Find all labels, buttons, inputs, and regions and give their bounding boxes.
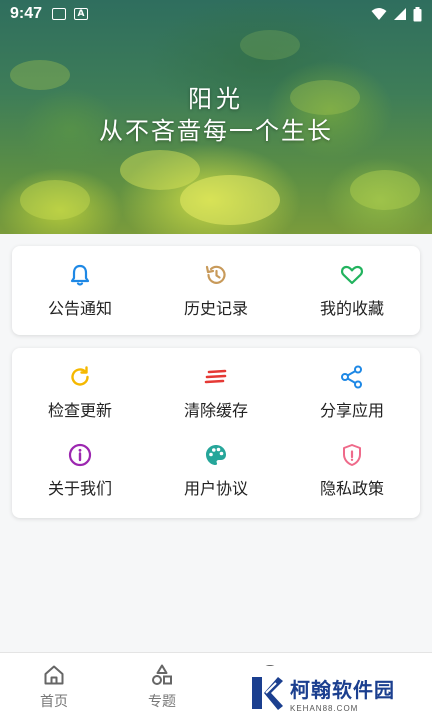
battery-icon xyxy=(413,6,422,21)
quick-actions-card: 公告通知 历史记录 我的收藏 xyxy=(12,246,420,335)
bell-icon xyxy=(70,264,90,286)
kehan-logo-icon xyxy=(252,677,283,710)
history-label: 历史记录 xyxy=(183,299,248,318)
banner-quote-line1: 阳光 xyxy=(188,85,244,113)
info-icon xyxy=(68,443,92,467)
gallery-notification-icon xyxy=(52,8,67,20)
signal-icon xyxy=(394,8,406,20)
banner-quote: 阳光 从不吝啬每一个生长 xyxy=(0,84,432,148)
app-notification-icon: A xyxy=(74,8,89,20)
share-app-label: 分享应用 xyxy=(319,401,384,420)
nav-home-label: 首页 xyxy=(40,694,68,710)
favorites-label: 我的收藏 xyxy=(319,299,384,318)
heart-icon xyxy=(340,265,364,285)
clear-cache-icon xyxy=(204,369,227,384)
user-agreement-label: 用户协议 xyxy=(183,479,248,498)
status-bar: 9:47 A xyxy=(0,0,432,28)
watermark-title: 柯翰软件园 xyxy=(290,677,395,702)
shield-icon xyxy=(343,444,361,466)
privacy-policy-button[interactable]: 隐私政策 xyxy=(284,442,420,520)
status-time: 9:47 xyxy=(10,5,43,22)
header-banner: 9:47 A 阳光 从不吝啬每一个生长 xyxy=(0,0,432,234)
palette-icon xyxy=(206,445,226,465)
wifi-icon xyxy=(371,8,387,20)
notice-button[interactable]: 公告通知 xyxy=(12,262,148,324)
user-agreement-button[interactable]: 用户协议 xyxy=(148,442,284,520)
clear-cache-button[interactable]: 清除缓存 xyxy=(148,364,284,442)
favorites-button[interactable]: 我的收藏 xyxy=(284,262,420,324)
shapes-icon xyxy=(152,664,172,685)
notice-label: 公告通知 xyxy=(47,299,112,318)
settings-card: 检查更新 清除缓存 分享应用 关于我们 用户协议 隐私政策 xyxy=(12,348,420,518)
about-us-label: 关于我们 xyxy=(47,479,112,498)
about-us-button[interactable]: 关于我们 xyxy=(12,442,148,520)
watermark-subtitle: KEHAN88.COM xyxy=(290,703,359,713)
check-update-label: 检查更新 xyxy=(47,401,112,420)
history-icon xyxy=(205,265,226,284)
nav-home[interactable]: 首页 xyxy=(0,653,108,720)
nav-topics-label: 专题 xyxy=(148,694,176,710)
watermark: 柯翰软件园 KEHAN88.COM xyxy=(236,666,432,720)
share-icon xyxy=(341,365,362,389)
refresh-icon xyxy=(71,366,89,386)
clear-cache-label: 清除缓存 xyxy=(183,401,248,420)
nav-topics[interactable]: 专题 xyxy=(108,653,216,720)
home-icon xyxy=(44,665,64,685)
share-app-button[interactable]: 分享应用 xyxy=(284,364,420,442)
history-button[interactable]: 历史记录 xyxy=(148,262,284,324)
banner-quote-line2: 从不吝啬每一个生长 xyxy=(99,117,333,145)
check-update-button[interactable]: 检查更新 xyxy=(12,364,148,442)
privacy-policy-label: 隐私政策 xyxy=(319,479,384,498)
